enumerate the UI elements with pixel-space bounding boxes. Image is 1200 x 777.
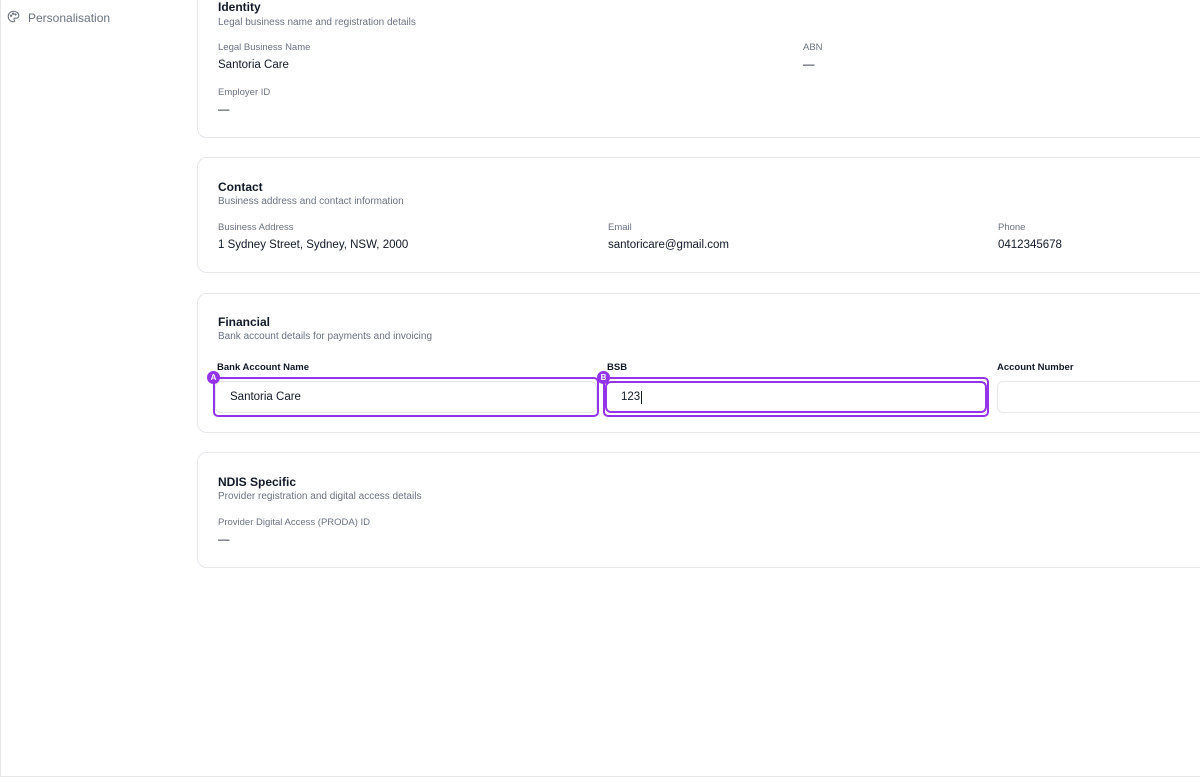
identity-subtitle: Legal business name and registration det… <box>218 17 416 28</box>
account-number-label: Account Number <box>997 362 1074 373</box>
financial-subtitle: Bank account details for payments and in… <box>218 331 433 342</box>
highlight-box-a <box>213 377 599 417</box>
phone-label: Phone <box>998 222 1026 233</box>
contact-title: Contact <box>218 180 263 194</box>
sidebar-item-label: Personalisation <box>28 11 111 25</box>
bank-account-name-label: Bank Account Name <box>217 362 310 373</box>
business-address-value: 1 Sydney Street, Sydney, NSW, 2000 <box>218 239 409 251</box>
marker-b: B <box>597 371 610 384</box>
abn-label: ABN <box>803 42 823 53</box>
legal-business-name-label: Legal Business Name <box>218 42 311 53</box>
email-label: Email <box>608 222 632 233</box>
legal-business-name-value: Santoria Care <box>218 59 289 71</box>
contact-card: Contact Business address and contact inf… <box>197 157 1200 273</box>
app-frame: Personalisation Identity Legal business … <box>0 0 1200 777</box>
sidebar-item-personalisation[interactable]: Personalisation <box>7 8 110 28</box>
ndis-title: NDIS Specific <box>218 475 297 489</box>
business-address-label: Business Address <box>218 222 294 233</box>
proda-id-value: — <box>218 534 230 546</box>
account-number-input[interactable] <box>997 381 1200 413</box>
ndis-card: NDIS Specific Provider registration and … <box>197 452 1200 568</box>
employer-id-value: — <box>218 104 230 116</box>
phone-value: 0412345678 <box>998 239 1062 251</box>
marker-a: A <box>207 371 220 384</box>
palette-icon <box>7 10 20 26</box>
proda-id-label: Provider Digital Access (PRODA) ID <box>218 517 371 528</box>
employer-id-label: Employer ID <box>218 87 271 98</box>
email-value: santoricare@gmail.com <box>608 239 729 251</box>
financial-title: Financial <box>218 315 271 329</box>
abn-value: — <box>803 59 815 71</box>
bsb-label: BSB <box>607 362 628 373</box>
identity-title: Identity <box>218 0 261 14</box>
ndis-subtitle: Provider registration and digital access… <box>218 491 422 502</box>
highlight-box-b <box>603 377 989 417</box>
identity-card: Identity Legal business name and registr… <box>197 0 1200 138</box>
sidebar: Personalisation <box>1 0 197 777</box>
contact-subtitle: Business address and contact information <box>218 196 404 207</box>
